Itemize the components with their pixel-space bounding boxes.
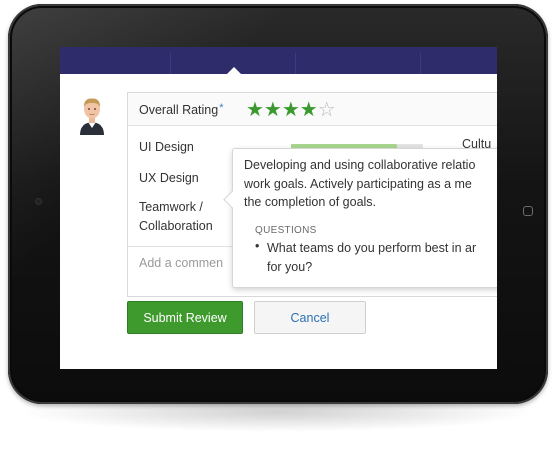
question-line: for you? xyxy=(267,259,313,274)
skill-teamwork: Teamwork / xyxy=(139,200,203,214)
top-navigation-bar xyxy=(60,47,497,74)
skill-ux-design: UX Design xyxy=(139,171,199,185)
star-rating[interactable]: ★★★★☆ xyxy=(246,97,336,122)
nav-tab-divider xyxy=(420,53,421,74)
skill-ui-design: UI Design xyxy=(139,140,194,154)
question-line: What teams do you perform best in ar xyxy=(267,241,477,255)
required-indicator: * xyxy=(219,102,224,114)
bullet-icon: • xyxy=(255,239,260,253)
cancel-button[interactable]: Cancel xyxy=(254,301,366,334)
screen: Overall Rating* ★★★★☆ UI Design UX Desig… xyxy=(60,47,497,369)
overall-rating-row: Overall Rating* ★★★★☆ xyxy=(128,93,497,126)
overall-rating-label: Overall Rating* xyxy=(139,102,224,117)
tooltip-description-line: Developing and using collaborative relat… xyxy=(244,158,476,172)
nav-tab-divider xyxy=(170,53,171,74)
submit-review-button[interactable]: Submit Review xyxy=(127,301,243,334)
question-item: What teams do you perform best in ar for… xyxy=(267,239,497,276)
competency-tooltip: Developing and using collaborative relat… xyxy=(223,148,497,288)
tooltip-description: Developing and using collaborative relat… xyxy=(244,156,497,212)
star-filled-icons[interactable]: ★★★★ xyxy=(246,99,318,121)
skill-collaboration: Collaboration xyxy=(139,219,213,233)
comment-input[interactable]: Add a commen xyxy=(139,256,223,270)
tooltip-description-line: work goals. Actively participating as a … xyxy=(244,176,472,191)
nav-tab-divider xyxy=(295,53,296,74)
camera-icon xyxy=(36,199,41,204)
star-empty-icon[interactable]: ☆ xyxy=(318,99,336,121)
active-tab-pointer-icon xyxy=(227,67,241,74)
home-button-icon[interactable] xyxy=(523,206,533,216)
user-avatar xyxy=(78,95,106,135)
tooltip-description-line: the completion of goals. xyxy=(244,195,377,209)
questions-heading: QUESTIONS xyxy=(255,225,317,236)
